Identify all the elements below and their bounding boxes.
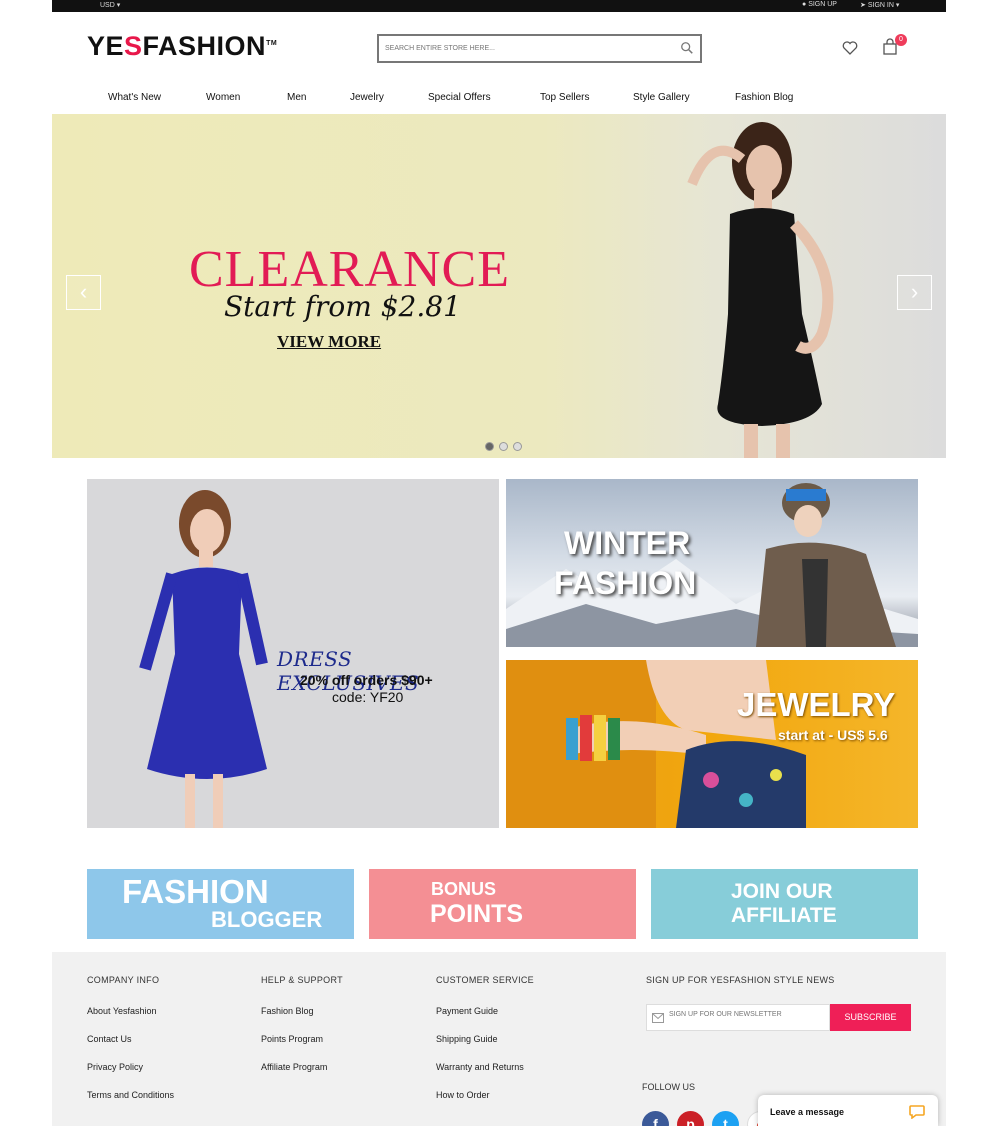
footer-link-affiliate-program[interactable]: Affiliate Program	[261, 1062, 327, 1072]
search-box	[377, 34, 702, 63]
view-more-link[interactable]: VIEW MORE	[277, 332, 381, 352]
footer-link-privacy[interactable]: Privacy Policy	[87, 1062, 143, 1072]
main-navigation: What's New Women Men Jewelry Special Off…	[0, 92, 1000, 108]
user-icon: ●	[802, 1, 807, 8]
logo-trademark: TM	[266, 40, 278, 47]
nav-item-men[interactable]: Men	[287, 92, 306, 103]
winter-model-image	[756, 483, 896, 647]
leave-message-chat-widget[interactable]: Leave a message	[758, 1095, 938, 1126]
sign-up-link[interactable]: ● SIGN UP	[802, 1, 837, 8]
footer-link-about[interactable]: About Yesfashion	[87, 1006, 157, 1016]
bonus-points-line2: POINTS	[430, 900, 524, 928]
jewelry-price: start at - US$ 5.6	[778, 727, 888, 743]
jewelry-banner[interactable]: JEWELRY start at - US$ 5.6	[506, 660, 918, 828]
footer-link-points-program[interactable]: Points Program	[261, 1034, 323, 1044]
nav-item-whats-new[interactable]: What's New	[108, 92, 161, 103]
signin-icon: ➤	[860, 2, 866, 9]
bonus-points-line1: BONUS	[431, 879, 497, 899]
chat-label: Leave a message	[770, 1107, 845, 1117]
slider-dot-3[interactable]	[513, 442, 522, 451]
join-affiliate-tile[interactable]: JOIN OUR AFFILIATE	[651, 869, 918, 939]
dress-exclusives-banner[interactable]: DRESS EXCLUSIVES 20% off orders $90+ cod…	[87, 479, 499, 828]
twitter-icon[interactable]: t	[712, 1111, 739, 1126]
nav-item-style-gallery[interactable]: Style Gallery	[633, 92, 690, 103]
newsletter-field	[646, 1004, 830, 1031]
nav-item-jewelry[interactable]: Jewelry	[350, 92, 384, 103]
subscribe-button[interactable]: SUBSCRIBE	[830, 1004, 911, 1031]
sign-up-label: SIGN UP	[808, 1, 837, 8]
join-affiliate-line1: JOIN OUR	[731, 880, 833, 903]
nav-item-women[interactable]: Women	[206, 92, 240, 103]
cart-count-badge: 0	[895, 34, 907, 46]
winter-title-line1: WINTER	[564, 525, 691, 561]
dress-offer-text: 20% off orders $90+	[300, 672, 433, 688]
nav-item-top-sellers[interactable]: Top Sellers	[540, 92, 589, 103]
footer-link-shipping-guide[interactable]: Shipping Guide	[436, 1034, 498, 1044]
jewelry-title: JEWELRY	[737, 686, 896, 723]
search-icon[interactable]	[680, 41, 694, 55]
footer-link-terms[interactable]: Terms and Conditions	[87, 1090, 174, 1100]
chat-bubble-icon	[909, 1105, 925, 1119]
dress-model-image	[139, 490, 268, 828]
logo-prefix: YE	[87, 31, 125, 61]
winter-title-line2: FASHION	[554, 565, 697, 601]
slider-dots	[485, 438, 527, 456]
footer-link-fashion-blog[interactable]: Fashion Blog	[261, 1006, 314, 1016]
sign-in-link[interactable]: ➤ SIGN IN ▾	[860, 1, 899, 9]
dress-promo-code: code: YF20	[332, 689, 404, 705]
currency-label: USD	[100, 2, 115, 9]
footer-link-how-to-order[interactable]: How to Order	[436, 1090, 490, 1100]
slider-dot-2[interactable]	[499, 442, 508, 451]
logo-accent: S	[124, 31, 143, 61]
join-affiliate-line2: AFFILIATE	[731, 904, 837, 927]
currency-selector[interactable]: USD ▾	[100, 1, 120, 9]
newsletter-email-input[interactable]	[669, 1011, 824, 1018]
help-support-heading: HELP & SUPPORT	[261, 975, 343, 985]
logo-suffix: FASHION	[142, 31, 267, 61]
hero-model-image	[687, 122, 834, 458]
site-logo[interactable]: YESFASHIONTM	[87, 31, 277, 62]
hero-slider: CLEARANCE Start from $2.81 VIEW MORE ‹ ›	[52, 114, 946, 458]
sign-in-label: SIGN IN	[867, 2, 894, 9]
footer-link-warranty-returns[interactable]: Warranty and Returns	[436, 1062, 524, 1072]
fashion-blogger-tile[interactable]: FASHION BLOGGER	[87, 869, 354, 939]
footer-link-payment-guide[interactable]: Payment Guide	[436, 1006, 498, 1016]
pinterest-icon[interactable]: p	[677, 1111, 704, 1126]
slider-prev-arrow-icon[interactable]: ‹	[66, 275, 101, 310]
customer-service-heading: CUSTOMER SERVICE	[436, 975, 534, 985]
footer-link-contact[interactable]: Contact Us	[87, 1034, 132, 1044]
facebook-icon[interactable]: f	[642, 1111, 669, 1126]
search-input[interactable]	[379, 36, 659, 61]
nav-item-fashion-blog[interactable]: Fashion Blog	[735, 92, 793, 103]
newsletter-heading: SIGN UP FOR YESFASHION STYLE NEWS	[646, 975, 835, 985]
mail-icon	[652, 1013, 664, 1023]
fashion-blogger-line2: BLOGGER	[211, 907, 323, 932]
top-utility-bar: USD ▾ ● SIGN UP ➤ SIGN IN ▾	[52, 0, 946, 12]
nav-item-special-offers[interactable]: Special Offers	[428, 92, 491, 103]
fashion-blogger-line1: FASHION	[122, 873, 269, 910]
bonus-points-tile[interactable]: BONUS POINTS	[369, 869, 636, 939]
hero-subline: Start from $2.81	[224, 290, 461, 323]
slider-dot-1[interactable]	[485, 442, 494, 451]
company-info-heading: COMPANY INFO	[87, 975, 160, 985]
wishlist-heart-icon[interactable]	[842, 40, 858, 56]
winter-fashion-banner[interactable]: WINTER FASHION	[506, 479, 918, 647]
slider-next-arrow-icon[interactable]: ›	[897, 275, 932, 310]
follow-us-heading: FOLLOW US	[642, 1082, 696, 1092]
